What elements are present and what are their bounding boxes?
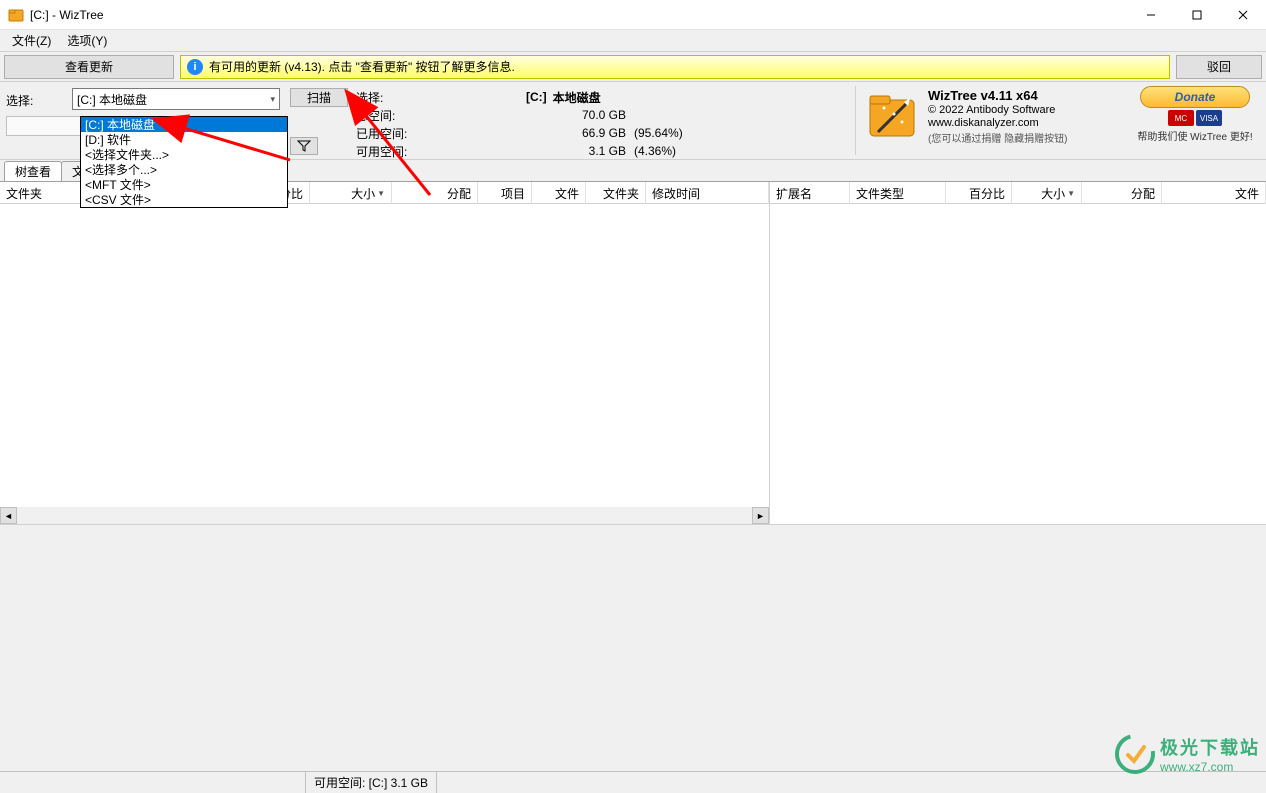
update-bar: 查看更新 i 有可用的更新 (v4.13). 点击 "查看更新" 按钮了解更多信… (0, 52, 1266, 82)
status-bar: 可用空间: [C:] 3.1 GB (0, 771, 1266, 793)
drive-combobox[interactable]: [C:] 本地磁盘 ▾ (72, 88, 280, 110)
donate-section: Donate MC VISA 帮助我们使 WizTree 更好! (1130, 86, 1260, 155)
minimize-button[interactable] (1128, 0, 1174, 30)
filter-icon (297, 139, 311, 153)
sort-desc-icon-2: ▼ (1067, 189, 1075, 198)
dropdown-option-select-folder[interactable]: <选择文件夹...> (81, 147, 287, 162)
info-drive-label: [C:] (526, 90, 547, 104)
filter-button[interactable] (290, 137, 318, 155)
free-space-value: 3.1 GB (526, 144, 626, 158)
donate-hint: 帮助我们使 WizTree 更好! (1137, 128, 1252, 143)
col-alloc[interactable]: 分配 (392, 182, 478, 204)
dropdown-option-c[interactable]: [C:] 本地磁盘 (81, 117, 287, 132)
app-name: WizTree v4.11 x64 (928, 88, 1067, 103)
col-size[interactable]: 大小▼ (310, 182, 392, 204)
tree-pane[interactable]: ◄ ► (0, 204, 770, 524)
col-r-alloc[interactable]: 分配 (1082, 182, 1162, 204)
window-title: [C:] - WizTree (30, 8, 1128, 22)
update-message-text: 有可用的更新 (v4.13). 点击 "查看更新" 按钮了解更多信息. (209, 58, 515, 75)
menu-file[interactable]: 文件(Z) (4, 30, 59, 51)
used-space-pct: (95.64%) (626, 126, 716, 140)
dropdown-option-d[interactable]: [D:] 软件 (81, 132, 287, 147)
menubar: 文件(Z) 选项(Y) (0, 30, 1266, 52)
watermark-name: 极光下载站 (1160, 734, 1260, 760)
donate-hide-hint: (您可以通过捐赠 隐藏捐赠按钮) (928, 130, 1067, 145)
donate-button[interactable]: Donate (1140, 86, 1250, 108)
select-label: 选择: (6, 92, 72, 109)
used-space-value: 66.9 GB (526, 126, 626, 140)
app-info: WizTree v4.11 x64 © 2022 Antibody Softwa… (855, 86, 1130, 155)
app-copyright: © 2022 Antibody Software (928, 104, 1067, 116)
col-filetype[interactable]: 文件类型 (850, 182, 946, 204)
free-space-label: 可用空间: (356, 143, 526, 160)
scroll-track[interactable] (17, 507, 752, 524)
dropdown-option-csv[interactable]: <CSV 文件> (81, 192, 287, 207)
scroll-left-button[interactable]: ◄ (0, 507, 17, 524)
sort-desc-icon: ▼ (377, 189, 385, 198)
maximize-button[interactable] (1174, 0, 1220, 30)
info-select-label: 选择: (356, 89, 526, 106)
free-space-pct: (4.36%) (626, 144, 716, 158)
tab-tree-view[interactable]: 树查看 (4, 161, 62, 181)
col-files[interactable]: 文件 (532, 182, 586, 204)
horizontal-scrollbar[interactable]: ◄ ► (0, 507, 769, 524)
status-free-space: 可用空间: [C:] 3.1 GB (306, 772, 437, 793)
treemap-area (0, 524, 1266, 771)
scroll-right-button[interactable]: ► (752, 507, 769, 524)
col-modified[interactable]: 修改时间 (646, 182, 769, 204)
content-panes: ◄ ► (0, 204, 1266, 524)
extension-pane[interactable] (770, 204, 1266, 524)
col-folders[interactable]: 文件夹 (586, 182, 646, 204)
watermark: 极光下载站 www.xz7.com (1114, 733, 1260, 775)
used-space-label: 已用空间: (356, 125, 526, 142)
dropdown-option-mft[interactable]: <MFT 文件> (81, 177, 287, 192)
status-cell-1 (6, 772, 306, 793)
dropdown-option-select-multiple[interactable]: <选择多个...> (81, 162, 287, 177)
total-space-label: 总空间: (356, 107, 526, 124)
chevron-down-icon: ▾ (270, 94, 275, 105)
info-icon: i (187, 59, 203, 75)
app-logo-icon (864, 88, 920, 144)
window-buttons (1128, 0, 1266, 30)
check-update-button[interactable]: 查看更新 (4, 55, 174, 79)
drive-dropdown-list[interactable]: [C:] 本地磁盘 [D:] 软件 <选择文件夹...> <选择多个...> <… (80, 116, 288, 208)
update-message-area: i 有可用的更新 (v4.13). 点击 "查看更新" 按钮了解更多信息. (180, 55, 1170, 79)
close-button[interactable] (1220, 0, 1266, 30)
col-r-pct[interactable]: 百分比 (946, 182, 1012, 204)
visa-icon: VISA (1196, 110, 1222, 126)
scan-button[interactable]: 扫描 (290, 88, 348, 107)
col-r-size[interactable]: 大小▼ (1012, 182, 1082, 204)
dismiss-button[interactable]: 驳回 (1176, 55, 1262, 79)
total-space-value: 70.0 GB (526, 108, 626, 122)
drive-combobox-value: [C:] 本地磁盘 (77, 91, 147, 108)
credit-cards: MC VISA (1168, 110, 1222, 126)
app-url[interactable]: www.diskanalyzer.com (928, 117, 1067, 129)
titlebar: [C:] - WizTree (0, 0, 1266, 30)
col-r-files[interactable]: 文件 (1162, 182, 1266, 204)
watermark-icon (1114, 733, 1156, 775)
mastercard-icon: MC (1168, 110, 1194, 126)
app-icon (8, 7, 24, 23)
col-items[interactable]: 项目 (478, 182, 532, 204)
col-ext[interactable]: 扩展名 (770, 182, 850, 204)
watermark-url: www.xz7.com (1160, 760, 1260, 774)
drive-info: 选择: [C:] 本地磁盘 总空间: 70.0 GB 已用空间: 66.9 GB… (348, 86, 855, 155)
info-drive-name: 本地磁盘 (553, 89, 601, 106)
menu-options[interactable]: 选项(Y) (59, 30, 115, 51)
